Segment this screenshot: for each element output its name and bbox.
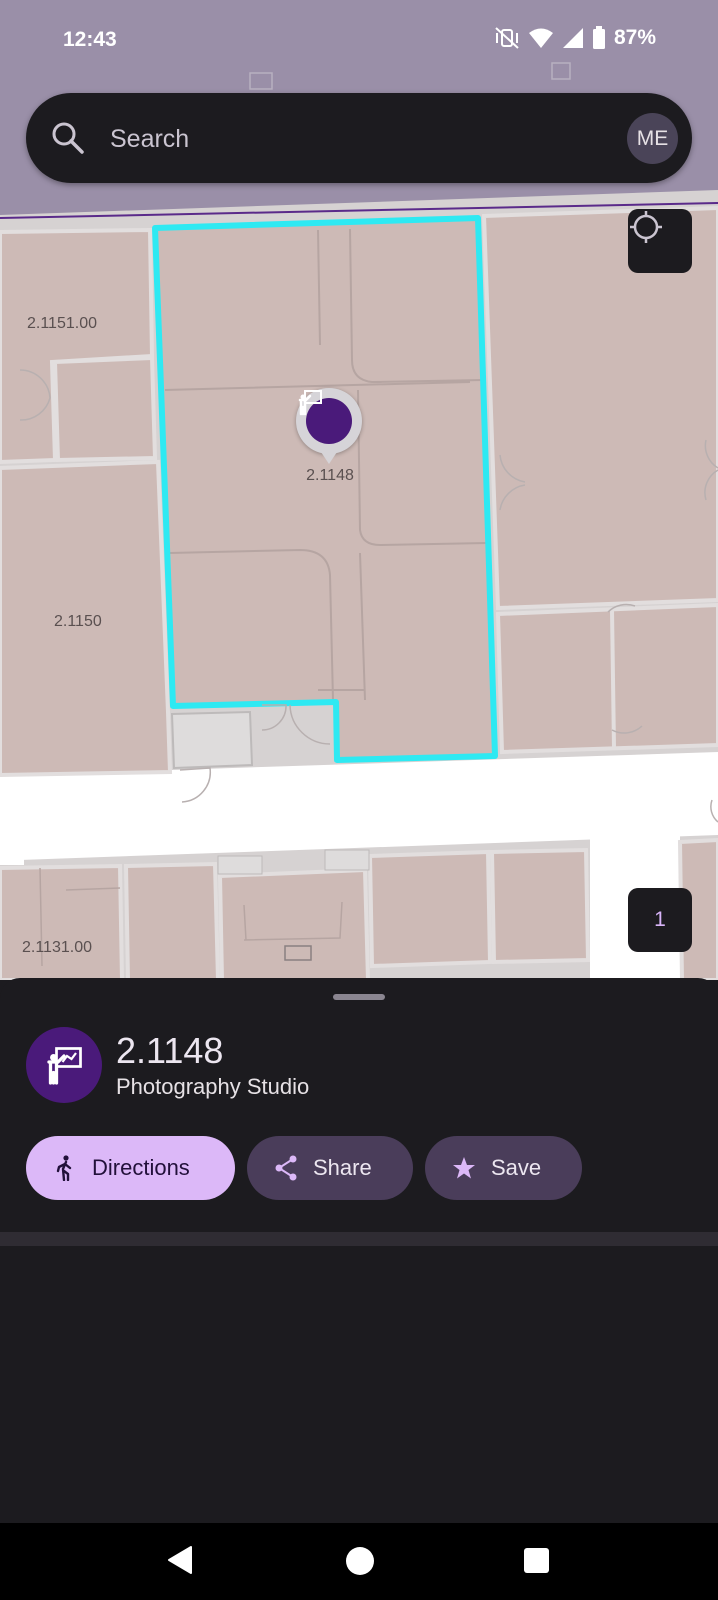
my-location-button[interactable] (628, 209, 692, 273)
recents-button[interactable] (524, 1548, 549, 1573)
room-label: 2.1151.00 (27, 315, 97, 332)
back-icon[interactable] (167, 1545, 193, 1575)
star-icon (451, 1155, 477, 1181)
search-icon[interactable] (48, 118, 88, 158)
save-button[interactable]: Save (425, 1136, 582, 1200)
share-button[interactable]: Share (247, 1136, 413, 1200)
pin-pointer (321, 452, 337, 464)
home-button[interactable] (346, 1547, 374, 1575)
system-navigation-bar (0, 1523, 718, 1600)
directions-button[interactable]: Directions (26, 1136, 235, 1200)
drag-handle[interactable] (333, 994, 385, 1000)
save-label: Save (491, 1155, 542, 1180)
walking-icon (52, 1155, 78, 1181)
floor-selector-button[interactable]: 1 (628, 888, 692, 952)
vibrate-off-icon (495, 27, 519, 49)
status-bar: 12:43 87% (0, 0, 718, 82)
teacher-presentation-icon (26, 1027, 102, 1103)
share-label: Share (313, 1155, 372, 1180)
place-title: 2.1148 (116, 1030, 224, 1071)
selected-room-pin[interactable] (296, 388, 362, 454)
account-avatar[interactable]: ME (627, 113, 678, 164)
room-label: 2.1131.00 (22, 939, 92, 956)
status-icons: 87% (494, 26, 656, 50)
directions-label: Directions (92, 1155, 190, 1180)
teacher-presentation-icon (298, 390, 352, 444)
wifi-icon (528, 28, 553, 48)
signal-icon (562, 28, 583, 48)
place-category: Photography Studio (116, 1074, 310, 1099)
room-label: 2.1150 (54, 613, 102, 630)
search-input[interactable] (108, 113, 592, 165)
crosshair-icon (630, 211, 662, 243)
place-details-sheet: 2.1148 Photography Studio Directions Sha… (0, 978, 718, 1523)
battery-icon (592, 26, 605, 49)
share-icon (273, 1155, 299, 1181)
battery-percent: 87% (613, 26, 656, 49)
search-bar[interactable]: ME (26, 93, 692, 183)
pin-label: 2.1148 (306, 467, 354, 484)
status-time: 12:43 (63, 28, 117, 51)
divider (0, 1232, 718, 1246)
